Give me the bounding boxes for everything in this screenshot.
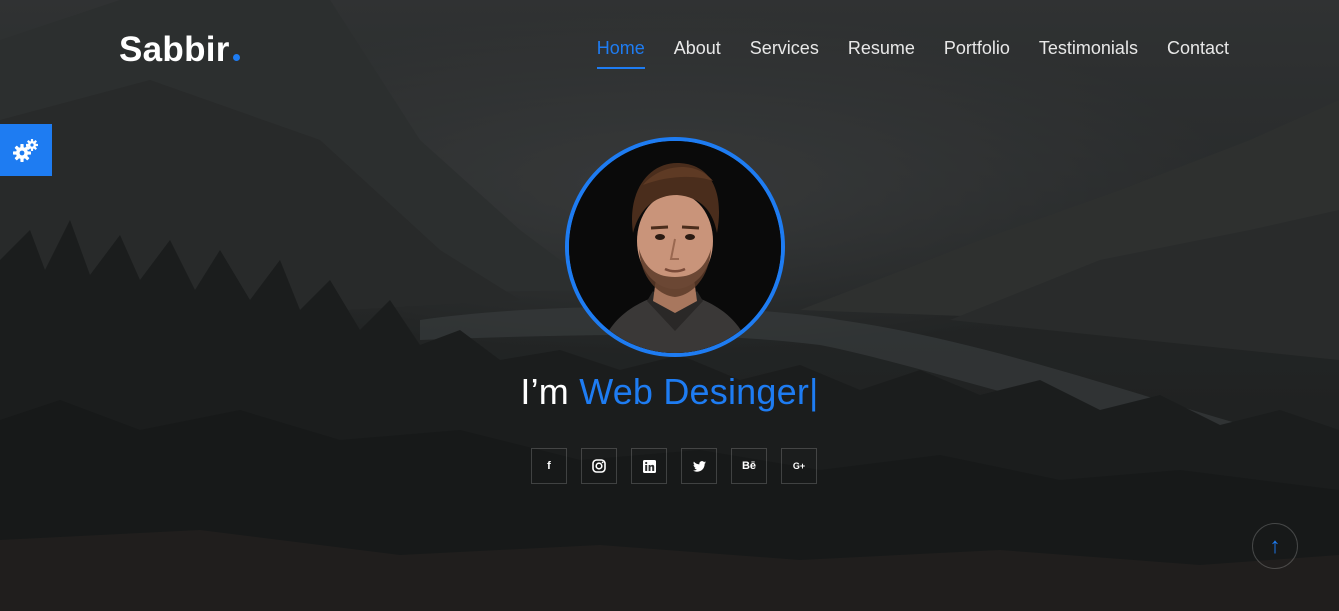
linkedin-icon xyxy=(642,459,656,473)
google-plus-link[interactable]: G+ xyxy=(781,448,817,484)
nav-home[interactable]: Home xyxy=(596,38,645,69)
nav-portfolio[interactable]: Portfolio xyxy=(944,38,1010,69)
twitter-link[interactable] xyxy=(681,448,717,484)
twitter-icon xyxy=(692,460,706,472)
nav-testimonials[interactable]: Testimonials xyxy=(1039,38,1138,69)
gear-icon xyxy=(13,139,38,162)
instagram-icon xyxy=(592,459,606,473)
nav-services[interactable]: Services xyxy=(750,38,819,69)
facebook-link[interactable]: f xyxy=(531,448,567,484)
behance-link[interactable]: Bē xyxy=(731,448,767,484)
settings-toggle-button[interactable] xyxy=(0,124,52,176)
linkedin-link[interactable] xyxy=(631,448,667,484)
headline-role: Web Desinger xyxy=(579,371,810,412)
brand-logo[interactable]: Sabbir xyxy=(119,30,240,70)
instagram-link[interactable] xyxy=(581,448,617,484)
headline-prefix: I’m xyxy=(520,371,569,412)
nav-resume[interactable]: Resume xyxy=(848,38,915,69)
hero-headline: I’m Web Desinger| xyxy=(0,371,1339,413)
brand-dot xyxy=(232,54,240,61)
nav-about[interactable]: About xyxy=(674,38,721,69)
brand-name: Sabbir xyxy=(119,30,230,69)
social-links: f Bē G+ xyxy=(531,448,817,484)
behance-icon: Bē xyxy=(741,460,757,472)
scroll-to-top-button[interactable]: ↑ xyxy=(1252,523,1298,569)
typing-cursor: | xyxy=(809,371,819,412)
main-nav: Home About Services Resume Portfolio Tes… xyxy=(596,38,1229,69)
google-plus-icon: G+ xyxy=(792,461,806,471)
profile-avatar xyxy=(565,137,785,357)
arrow-up-icon: ↑ xyxy=(1269,533,1281,558)
facebook-icon: f xyxy=(547,460,551,472)
nav-contact[interactable]: Contact xyxy=(1167,38,1229,69)
